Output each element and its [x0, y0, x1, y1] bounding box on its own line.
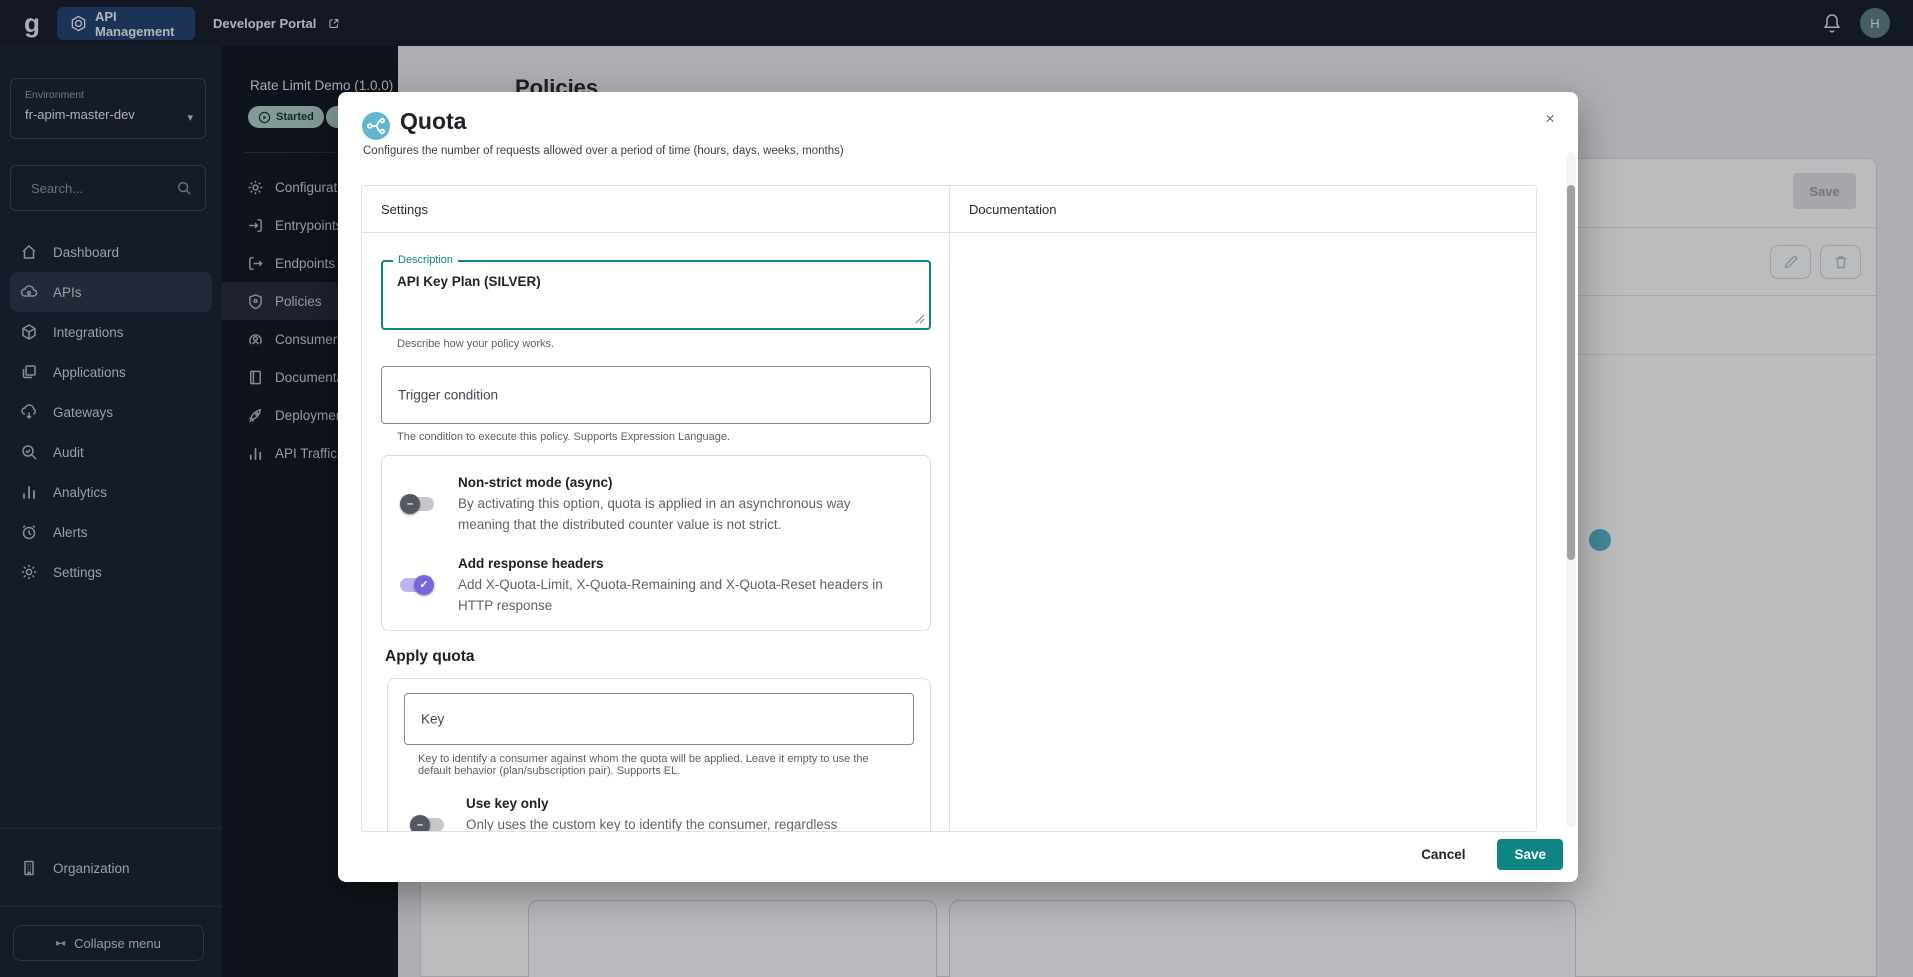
- modal-scrollbar-thumb[interactable]: [1567, 185, 1575, 560]
- trigger-condition-hint: The condition to execute this policy. Su…: [397, 431, 731, 443]
- settings-form: Description API Key Plan (SILVER) Descri…: [362, 233, 949, 831]
- response-headers-toggle[interactable]: ✓: [400, 574, 434, 595]
- response-headers-toggle-row: ✓ Add response headers Add X-Quota-Limit…: [400, 553, 914, 616]
- tab-documentation[interactable]: Documentation: [950, 186, 1536, 233]
- documentation-body: [950, 233, 1536, 831]
- description-field[interactable]: Description API Key Plan (SILVER): [381, 254, 931, 330]
- toggle-knob-minus-icon: –: [400, 493, 420, 514]
- use-key-only-toggle-row: – Use key only Only uses the custom key …: [404, 793, 914, 831]
- use-key-only-toggle[interactable]: –: [410, 814, 444, 831]
- quota-policy-modal: Quota Configures the number of requests …: [338, 92, 1578, 882]
- documentation-pane: Documentation: [949, 186, 1536, 831]
- quota-policy-icon: [362, 112, 390, 140]
- non-strict-toggle-row: – Non-strict mode (async) By activating …: [400, 472, 914, 535]
- use-key-only-description: Only uses the custom key to identify the…: [466, 817, 838, 831]
- app-screen: g API Management Developer Portal H Envi…: [0, 0, 1913, 977]
- non-strict-description: By activating this option, quota is appl…: [458, 496, 851, 532]
- modal-subtitle: Configures the number of requests allowe…: [363, 145, 844, 157]
- key-field-hint: Key to identify a consumer against whom …: [418, 753, 869, 777]
- trigger-condition-field[interactable]: Trigger condition: [381, 366, 931, 424]
- modal-title: Quota: [400, 108, 467, 134]
- non-strict-toggle[interactable]: –: [400, 493, 434, 514]
- toggle-knob-check-icon: ✓: [414, 574, 434, 595]
- response-headers-label: Add response headers: [458, 556, 604, 571]
- save-button[interactable]: Save: [1497, 839, 1563, 870]
- tab-settings[interactable]: Settings: [362, 186, 949, 233]
- toggle-knob-minus-icon: –: [410, 814, 430, 831]
- key-field-label: Key: [421, 711, 445, 727]
- resize-grip-icon[interactable]: [915, 314, 925, 324]
- trigger-condition-label: Trigger condition: [398, 387, 499, 403]
- cancel-button[interactable]: Cancel: [1415, 846, 1471, 863]
- use-key-only-label: Use key only: [466, 796, 549, 811]
- description-hint: Describe how your policy works.: [397, 338, 555, 350]
- response-headers-description: Add X-Quota-Limit, X-Quota-Remaining and…: [458, 577, 883, 613]
- modal-panel: Settings Description API Key Plan (SILVE…: [361, 185, 1537, 832]
- close-icon[interactable]: [1540, 108, 1560, 128]
- toggles-group: – Non-strict mode (async) By activating …: [381, 455, 931, 631]
- modal-footer: Cancel Save: [1415, 839, 1563, 870]
- apply-quota-group: Key Key to identify a consumer against w…: [387, 678, 931, 831]
- modal-scrollbar-track[interactable]: [1566, 152, 1576, 828]
- non-strict-label: Non-strict mode (async): [458, 475, 613, 490]
- apply-quota-heading: Apply quota: [385, 648, 475, 665]
- settings-pane: Settings Description API Key Plan (SILVE…: [362, 186, 949, 831]
- description-textarea[interactable]: API Key Plan (SILVER): [383, 262, 929, 328]
- description-field-label: Description: [393, 254, 459, 266]
- key-field[interactable]: Key: [404, 693, 914, 745]
